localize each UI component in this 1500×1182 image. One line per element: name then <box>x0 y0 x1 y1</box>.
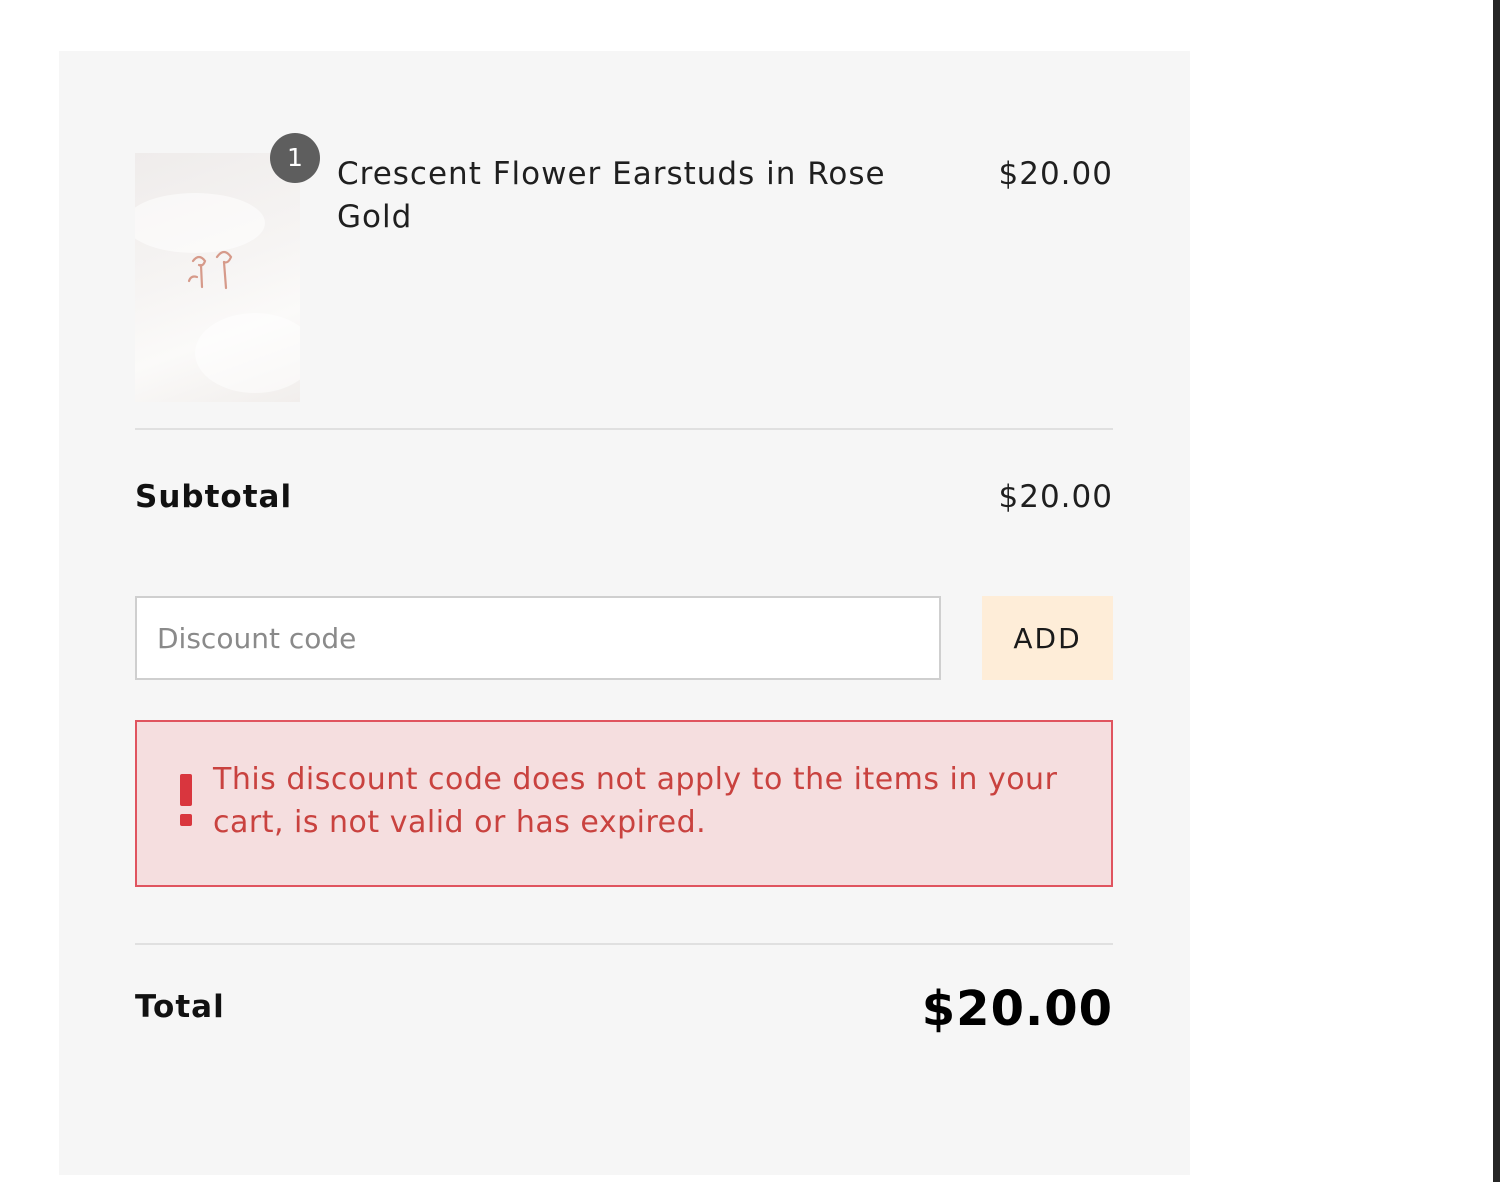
discount-error-message: This discount code does not apply to the… <box>135 720 1113 887</box>
window-edge <box>1493 0 1500 1182</box>
exclamation-icon <box>180 774 192 826</box>
earstuds-image-icon <box>135 193 300 393</box>
total-value: $20.00 <box>921 981 1113 1037</box>
quantity-badge: 1 <box>270 133 320 183</box>
error-text: This discount code does not apply to the… <box>213 762 1058 840</box>
discount-code-input[interactable] <box>135 596 941 680</box>
line-item: 1 Crescent Flower Earstuds in Rose Gold … <box>135 133 1113 403</box>
subtotal-value: $20.00 <box>998 479 1113 515</box>
subtotal-label: Subtotal <box>135 479 293 515</box>
order-summary-content: 1 Crescent Flower Earstuds in Rose Gold … <box>135 51 1113 1175</box>
order-summary-panel: 1 Crescent Flower Earstuds in Rose Gold … <box>59 51 1190 1175</box>
product-price: $20.00 <box>998 156 1113 192</box>
divider <box>135 428 1113 430</box>
product-name: Crescent Flower Earstuds in Rose Gold <box>337 156 886 235</box>
product-thumbnail <box>135 153 300 402</box>
total-label: Total <box>135 989 225 1025</box>
divider <box>135 943 1113 945</box>
add-discount-button[interactable]: ADD <box>982 596 1113 680</box>
